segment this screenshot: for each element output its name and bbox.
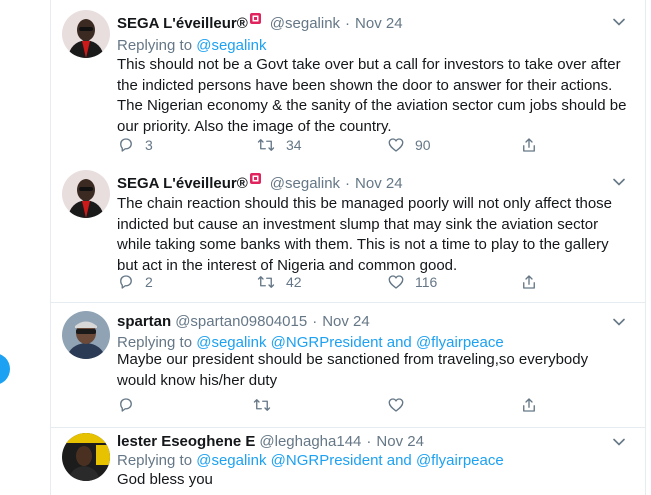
user-handle[interactable]: @leghagha144 bbox=[259, 433, 361, 450]
replying-to-label: Replying to bbox=[117, 452, 193, 469]
tweet-date[interactable]: Nov 24 bbox=[355, 15, 403, 32]
retweet-button[interactable]: 34 bbox=[256, 135, 302, 155]
user-handle[interactable]: @segalink bbox=[270, 15, 340, 32]
avatar[interactable] bbox=[62, 170, 110, 218]
red-badge-icon bbox=[249, 173, 261, 184]
separator-dot: · bbox=[366, 433, 372, 450]
display-name[interactable]: SEGA L'éveilleur® bbox=[117, 175, 248, 192]
like-button[interactable]: 116 bbox=[387, 272, 437, 292]
tweet-date[interactable]: Nov 24 bbox=[322, 313, 370, 330]
separator-dot: · bbox=[345, 15, 351, 32]
share-icon bbox=[523, 138, 535, 152]
mention-link[interactable]: @segalink @NGRPresident and @flyairpeace bbox=[196, 334, 504, 351]
separator-dot: · bbox=[312, 313, 318, 330]
replying-to: Replying to @segalink bbox=[117, 36, 266, 56]
display-name[interactable]: spartan bbox=[117, 313, 171, 330]
like-count: 116 bbox=[415, 274, 438, 290]
reply-button[interactable]: 3 bbox=[117, 135, 153, 155]
tweet-thread: SEGA L'éveilleur® @segalink · Nov 24 Replyi… bbox=[50, 0, 646, 495]
reply-count: 2 bbox=[145, 274, 153, 290]
heart-icon bbox=[388, 275, 404, 289]
like-button[interactable] bbox=[387, 395, 415, 415]
tweet-text: Maybe our president should be sanctioned… bbox=[117, 351, 589, 389]
display-name[interactable]: SEGA L'éveilleur® bbox=[117, 15, 248, 32]
retweet-icon bbox=[257, 139, 275, 151]
chevron-down-icon[interactable] bbox=[607, 170, 631, 194]
share-button[interactable] bbox=[520, 272, 538, 292]
share-button[interactable] bbox=[520, 395, 538, 415]
tweet-actions: 3 34 90 bbox=[117, 135, 617, 155]
chevron-down-icon[interactable] bbox=[607, 430, 631, 454]
tweet-actions: 2 42 116 bbox=[117, 272, 617, 292]
retweet-icon bbox=[253, 399, 271, 411]
tweet[interactable]: spartan @spartan09804015 · Nov 24 Replying … bbox=[51, 303, 645, 428]
tweet-text: This should not be a Govt take over but … bbox=[117, 56, 627, 135]
red-badge-icon bbox=[249, 13, 261, 24]
avatar[interactable] bbox=[62, 311, 110, 359]
replying-to-label: Replying to bbox=[117, 37, 193, 54]
share-button[interactable] bbox=[520, 135, 538, 155]
separator-dot: · bbox=[345, 175, 351, 192]
tweet-header: lester Eseoghene E @leghagha144 · Nov 24 bbox=[117, 432, 424, 452]
replying-to-label: Replying to bbox=[117, 334, 193, 351]
tweet-actions bbox=[117, 395, 617, 415]
heart-icon bbox=[388, 398, 404, 412]
reply-button[interactable] bbox=[117, 395, 145, 415]
mention-link[interactable]: @segalink bbox=[196, 37, 266, 54]
share-icon bbox=[523, 398, 535, 412]
reply-icon bbox=[120, 398, 132, 412]
user-handle[interactable]: @segalink bbox=[270, 175, 340, 192]
tweet-text: God bless you bbox=[117, 471, 213, 488]
retweet-icon bbox=[257, 276, 275, 288]
like-count: 90 bbox=[415, 137, 431, 153]
retweet-button[interactable] bbox=[252, 395, 282, 415]
tweet[interactable]: SEGA L'éveilleur® @segalink · Nov 24 Replyi… bbox=[51, 0, 645, 160]
tweet-text: The chain reaction should this be manage… bbox=[117, 195, 613, 274]
like-button[interactable]: 90 bbox=[387, 135, 431, 155]
reply-icon bbox=[120, 275, 132, 289]
tweet[interactable]: lester Eseoghene E @leghagha144 · Nov 24 Re… bbox=[51, 428, 645, 495]
avatar[interactable] bbox=[62, 433, 110, 481]
display-name[interactable]: lester Eseoghene E bbox=[117, 433, 255, 450]
share-icon bbox=[523, 275, 535, 289]
floating-compose-button[interactable] bbox=[0, 353, 10, 385]
tweet[interactable]: SEGA L'éveilleur® @segalink · Nov 24 The ch… bbox=[51, 160, 645, 303]
avatar[interactable] bbox=[62, 10, 110, 58]
chevron-down-icon[interactable] bbox=[607, 10, 631, 34]
user-handle[interactable]: @spartan09804015 bbox=[175, 313, 307, 330]
retweet-count: 34 bbox=[286, 137, 302, 153]
tweet-date[interactable]: Nov 24 bbox=[376, 433, 424, 450]
retweet-button[interactable]: 42 bbox=[256, 272, 302, 292]
reply-button[interactable]: 2 bbox=[117, 272, 153, 292]
replying-to: Replying to @segalink @NGRPresident and … bbox=[117, 451, 504, 471]
mention-link[interactable]: @segalink @NGRPresident and @flyairpeace bbox=[196, 452, 504, 469]
reply-icon bbox=[120, 138, 132, 152]
chevron-down-icon[interactable] bbox=[607, 310, 631, 334]
tweet-header: SEGA L'éveilleur® @segalink · Nov 24 bbox=[117, 172, 403, 192]
tweet-date[interactable]: Nov 24 bbox=[355, 175, 403, 192]
reply-count: 3 bbox=[145, 137, 153, 153]
heart-icon bbox=[388, 138, 404, 152]
retweet-count: 42 bbox=[286, 274, 302, 290]
tweet-header: SEGA L'éveilleur® @segalink · Nov 24 bbox=[117, 12, 403, 32]
tweet-header: spartan @spartan09804015 · Nov 24 bbox=[117, 312, 370, 332]
